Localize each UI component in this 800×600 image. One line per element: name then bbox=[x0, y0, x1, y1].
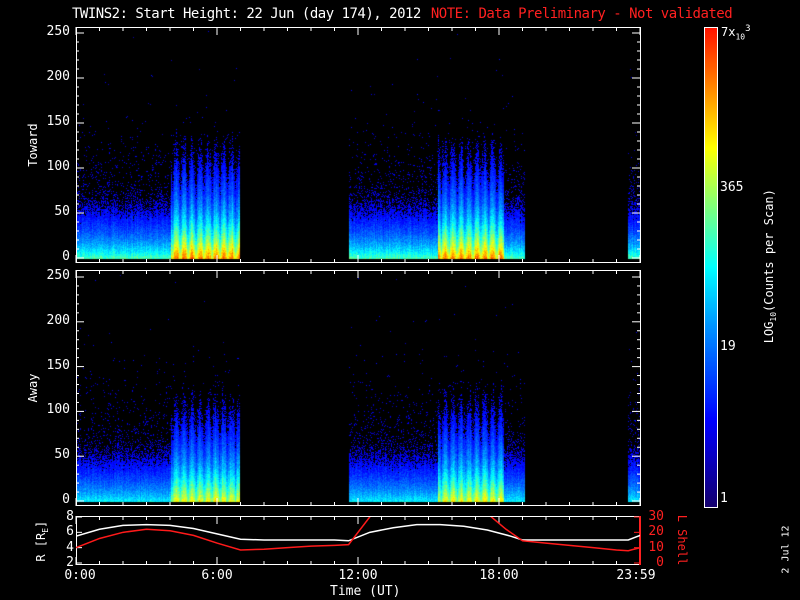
r-tick-label: 4 bbox=[66, 539, 74, 555]
cb-top-base: 7x bbox=[721, 25, 736, 39]
ytick-label: 0 bbox=[62, 249, 70, 264]
cb-top-sub: 10 bbox=[735, 32, 746, 42]
ytick-label: 100 bbox=[46, 402, 70, 418]
ytick-label: 250 bbox=[46, 24, 70, 39]
lshell-tick-label: 20 bbox=[648, 524, 664, 540]
lshell-line bbox=[490, 517, 640, 552]
ytick-label: 250 bbox=[46, 268, 70, 283]
xtick-label: 18:00 bbox=[479, 568, 519, 583]
ytick-label: 150 bbox=[46, 357, 70, 373]
lshell-tick-label: 10 bbox=[648, 539, 664, 555]
cb-label-rest: (Counts per Scan) bbox=[761, 189, 776, 312]
r-tick-label: 8 bbox=[66, 509, 74, 524]
r-tick-label: 6 bbox=[66, 524, 74, 540]
ytick-label: 50 bbox=[54, 204, 70, 219]
ytick-label: 0 bbox=[62, 492, 70, 507]
xtick-label: 6:00 bbox=[201, 568, 233, 583]
colorbar-tick-19: 19 bbox=[720, 339, 736, 354]
cb-top-sup: 3 bbox=[745, 24, 751, 34]
ytick-label: 200 bbox=[46, 312, 70, 328]
axes-overlay bbox=[75, 27, 716, 565]
xtick-label: 12:00 bbox=[338, 568, 378, 583]
date-stamp: 2 Jul 12 bbox=[780, 525, 792, 574]
cb-label-sub: 10 bbox=[769, 311, 779, 322]
colorbar-label: LOG10(Counts per Scan) bbox=[762, 176, 778, 356]
colorbar bbox=[704, 27, 718, 508]
ytick-label: 100 bbox=[46, 159, 70, 174]
lshell-line bbox=[76, 517, 371, 551]
ytick-label: 150 bbox=[46, 114, 70, 129]
colorbar-tick-365: 365 bbox=[720, 180, 744, 195]
ytick-label: 200 bbox=[46, 69, 70, 84]
lshell-tick-label: 30 bbox=[648, 509, 664, 524]
ytick-label: 50 bbox=[54, 447, 70, 463]
xtick-label: 23:59 bbox=[616, 568, 656, 583]
xtick-label: 0:00 bbox=[64, 568, 96, 583]
colorbar-tick-1: 1 bbox=[720, 491, 728, 506]
cb-label-log: LOG bbox=[761, 321, 776, 344]
colorbar-top-label: 7x103 bbox=[721, 24, 751, 41]
